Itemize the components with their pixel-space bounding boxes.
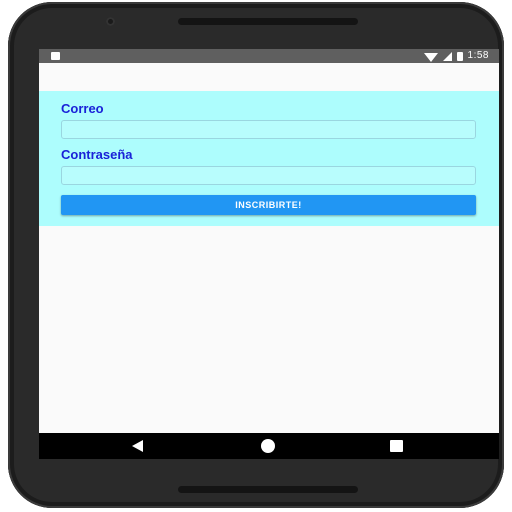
earpiece-speaker: [178, 18, 358, 25]
home-icon[interactable]: [261, 439, 275, 453]
password-field[interactable]: [61, 166, 476, 185]
screen: 1:58 Correo Contraseña INSCRIBIRTE!: [39, 49, 499, 459]
front-camera: [106, 17, 115, 26]
status-icons: 1:58: [423, 49, 489, 63]
email-field[interactable]: [61, 120, 476, 139]
phone-frame: 1:58 Correo Contraseña INSCRIBIRTE!: [8, 2, 504, 508]
signal-icon: [442, 51, 452, 61]
signup-form: Correo Contraseña INSCRIBIRTE!: [39, 91, 499, 226]
back-icon[interactable]: [132, 440, 143, 452]
recent-apps-icon[interactable]: [390, 440, 403, 452]
status-bar: 1:58: [39, 49, 499, 63]
status-time: 1:58: [467, 50, 489, 61]
signup-button[interactable]: INSCRIBIRTE!: [61, 195, 476, 215]
navigation-bar: [39, 433, 499, 459]
battery-icon: [456, 51, 463, 61]
email-label: Correo: [61, 101, 104, 116]
wifi-icon: [423, 52, 438, 62]
bottom-speaker: [178, 486, 358, 493]
notification-icon: [51, 52, 60, 60]
password-label: Contraseña: [61, 147, 133, 162]
